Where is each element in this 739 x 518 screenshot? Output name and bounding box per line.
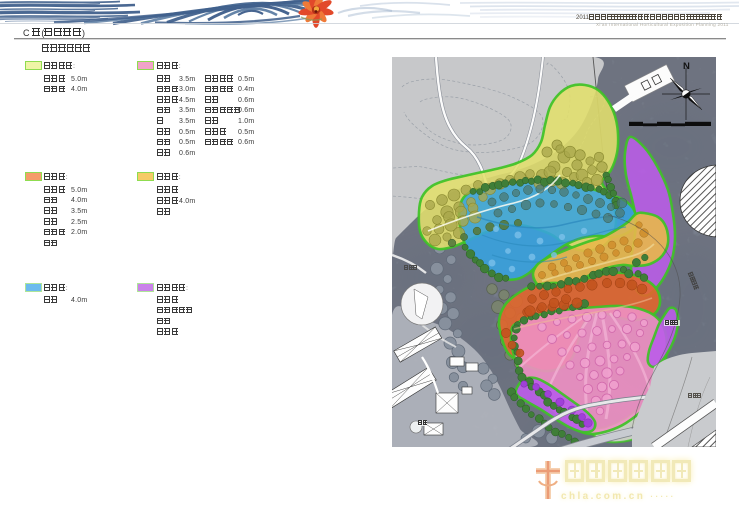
svg-text:N: N	[683, 61, 690, 72]
